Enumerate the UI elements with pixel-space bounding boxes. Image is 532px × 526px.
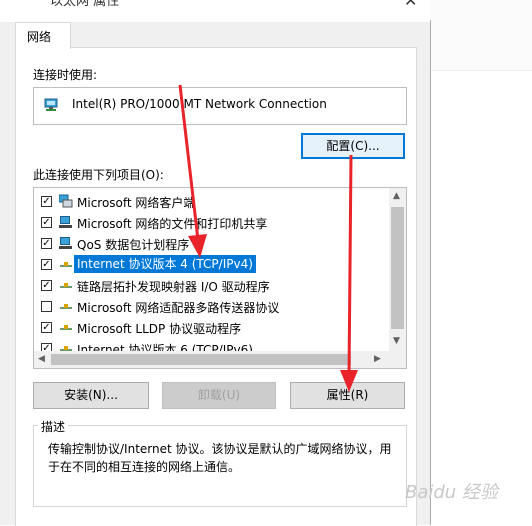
item-checkbox[interactable]: ✓ (41, 322, 52, 333)
protocol-icon (60, 304, 72, 309)
adapter-name: Intel(R) PRO/1000 MT Network Connection (72, 97, 327, 111)
client-icon (59, 194, 73, 208)
configure-button[interactable]: 配置(C)... (301, 133, 405, 159)
protocol-icon (60, 262, 72, 267)
adapter-box[interactable]: Intel(R) PRO/1000 MT Network Connection (33, 87, 407, 125)
item-label: Microsoft 网络的文件和打印机共享 (77, 217, 268, 231)
tab-network[interactable]: 网络 (15, 22, 71, 49)
tab-network-label: 网络 (27, 30, 52, 44)
horizontal-scroll-thumb[interactable] (51, 354, 351, 365)
properties-button[interactable]: 属性(R) (290, 382, 405, 409)
list-item[interactable]: ✓ 链路层拓扑发现映射器 I/O 驱动程序 (34, 275, 389, 296)
share-icon (59, 216, 72, 228)
item-checkbox-unchecked[interactable] (41, 301, 52, 312)
qos-icon (59, 237, 72, 249)
watermark-logo: Baidu 经验 (405, 482, 498, 503)
background-window-toolbar (430, 0, 532, 71)
scroll-up-icon[interactable]: ▲ (393, 191, 400, 201)
scroll-down-icon[interactable]: ▼ (393, 336, 400, 346)
list-item-selected[interactable]: ✓ Internet 协议版本 4 (TCP/IPv4) (34, 254, 389, 275)
item-label: Microsoft 网络客户端 (77, 196, 196, 210)
item-checkbox[interactable]: ✓ (41, 259, 52, 270)
connect-using-label: 连接时使用: (33, 68, 98, 82)
title-bar: 以太网 属性 ✕ (0, 0, 430, 22)
item-checkbox[interactable]: ✓ (41, 196, 52, 207)
list-item[interactable]: ✓ Microsoft 网络的文件和打印机共享 (34, 212, 389, 233)
items-label: 此连接使用下列项目(O): (33, 168, 164, 182)
uninstall-button[interactable]: 卸载(U) (162, 382, 276, 409)
list-item[interactable]: ✓ Microsoft 网络客户端 (34, 191, 389, 212)
item-label: Microsoft 网络适配器多路传送器协议 (77, 301, 280, 315)
description-text: 传输控制协议/Internet 协议。该协议是默认的广域网络协议，用于在不同的相… (48, 442, 392, 474)
close-icon[interactable]: ✕ (404, 0, 417, 10)
protocol-icon (60, 325, 72, 330)
list-item[interactable]: Microsoft 网络适配器多路传送器协议 (34, 296, 389, 317)
install-button[interactable]: 安装(N)... (33, 382, 149, 409)
description-legend: 描述 (38, 418, 69, 435)
scroll-right-icon[interactable]: ▶ (374, 354, 381, 364)
list-item[interactable]: ✓ QoS 数据包计划程序 (34, 233, 389, 254)
items-list[interactable]: ✓ Microsoft 网络客户端 ✓ Microsoft 网络的文件和打印机共… (33, 187, 407, 369)
item-label: QoS 数据包计划程序 (77, 238, 190, 252)
item-label: Internet 协议版本 4 (TCP/IPv4) (74, 255, 256, 273)
vertical-scroll-thumb[interactable] (391, 207, 404, 329)
item-label: 链路层拓扑发现映射器 I/O 驱动程序 (77, 280, 270, 294)
item-checkbox[interactable]: ✓ (41, 238, 52, 249)
window-title: 以太网 属性 (50, 0, 120, 9)
item-checkbox[interactable]: ✓ (41, 280, 52, 291)
background-window (430, 0, 532, 525)
scroll-left-icon[interactable]: ◀ (38, 354, 45, 364)
item-label: Microsoft LLDP 协议驱动程序 (77, 322, 242, 336)
list-item[interactable]: ✓ Microsoft LLDP 协议驱动程序 (34, 317, 389, 338)
protocol-icon (60, 283, 72, 288)
item-checkbox[interactable]: ✓ (41, 217, 52, 228)
network-adapter-icon (44, 98, 58, 111)
